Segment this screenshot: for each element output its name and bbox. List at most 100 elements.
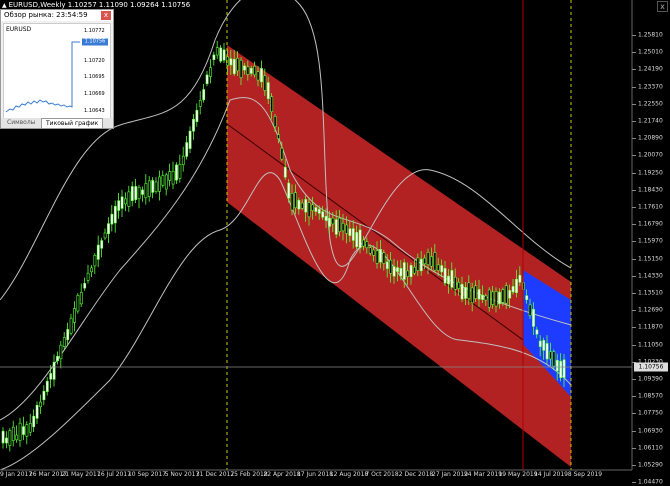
candle-body <box>52 362 56 380</box>
date-label: 12 Aug 2018 <box>329 471 369 478</box>
candle-body <box>559 360 563 378</box>
price-label: 1.23370 <box>638 83 663 91</box>
candle-body <box>90 267 93 273</box>
price-label: 1.14330 <box>638 272 663 280</box>
candle-body <box>164 174 168 190</box>
tab-symbols[interactable]: Символы <box>3 118 39 128</box>
candle-body <box>433 252 437 271</box>
candle-body <box>28 422 32 433</box>
date-label: 31 Dec 2017 <box>195 471 235 478</box>
candle-body <box>66 329 70 341</box>
price-tick <box>632 172 636 174</box>
date-label: 21 May 2017 <box>61 471 101 478</box>
candle-body <box>83 283 87 289</box>
candle-body <box>1 430 5 444</box>
tick-chart[interactable]: EURUSD 1.107721.107461.107201.106951.106… <box>3 23 111 120</box>
candle-body <box>202 89 206 101</box>
price-tick <box>632 413 636 415</box>
candle-body <box>375 250 379 264</box>
price-tick <box>632 465 636 466</box>
candle-body <box>416 257 420 271</box>
price-tick <box>632 224 636 226</box>
candle-body <box>355 232 359 248</box>
candle-body <box>467 282 471 299</box>
candle-body <box>498 291 501 305</box>
price-tick <box>632 258 636 260</box>
candle-body <box>117 200 121 211</box>
candle-body <box>481 294 484 300</box>
candle-body <box>358 229 362 249</box>
price-label: 1.24190 <box>638 65 663 73</box>
price-label: 1.18430 <box>638 186 663 194</box>
candle-body <box>100 240 104 249</box>
price-label: 1.25010 <box>638 48 663 56</box>
candle-body <box>324 215 328 221</box>
candle-body <box>528 304 532 316</box>
candle-body <box>280 147 284 160</box>
candle-body <box>419 258 423 272</box>
candle-body <box>212 54 216 60</box>
candle-body <box>49 373 53 380</box>
date-label: 22 Apr 2018 <box>263 471 301 478</box>
candle-body <box>491 291 495 305</box>
candle-body <box>406 270 410 277</box>
candle-body <box>79 292 83 305</box>
candle-body <box>256 71 260 81</box>
price-tick <box>632 396 636 398</box>
candle-body <box>151 180 155 193</box>
candle-body <box>134 186 138 200</box>
candle-body <box>345 224 348 234</box>
candle-body <box>464 287 467 299</box>
candle-body <box>161 175 165 186</box>
price-label: 1.15150 <box>638 255 663 263</box>
close-icon[interactable]: x <box>101 11 111 20</box>
candle-body <box>365 241 369 248</box>
candle-body <box>181 155 185 165</box>
price-tick <box>632 52 636 54</box>
tab-tick-chart[interactable]: Тиковый график <box>41 118 104 128</box>
date-label: 24 Mar 2019 <box>463 471 503 478</box>
candle-body <box>362 239 365 247</box>
candle-body <box>110 213 114 225</box>
market-watch-title[interactable]: Обзор рынка: 23:54:59 x <box>1 10 113 21</box>
candle-body <box>351 228 355 241</box>
candle-body <box>321 211 325 218</box>
market-watch-title-text: Обзор рынка: 23:54:59 <box>4 11 88 19</box>
tick-price-label: 1.10720 <box>84 58 105 64</box>
candle-body <box>385 261 389 269</box>
price-label: 1.25810 <box>638 31 663 39</box>
date-label: 9 Jan 2017 <box>0 471 33 478</box>
tick-price-label: 1.10643 <box>84 108 105 114</box>
candle-body <box>504 285 508 304</box>
candle-body <box>69 317 73 334</box>
price-label: 1.08570 <box>638 392 663 400</box>
candle-body <box>5 437 8 444</box>
candle-body <box>62 337 66 347</box>
chart-title: ▲ EURUSD,Weekly 1.10257 1.11090 1.09264 1… <box>2 1 190 9</box>
candle-body <box>484 295 488 301</box>
candle-body <box>192 118 195 132</box>
market-watch-window[interactable]: Обзор рынка: 23:54:59 x EURUSD 1.10772 1.… <box>0 9 114 129</box>
candle-body <box>487 289 491 308</box>
price-axis[interactable]: 1.25810 1.25010 1.24190 1.23370 1.22550 1.217… <box>632 0 670 486</box>
candle-body <box>402 262 406 280</box>
candle-body <box>341 223 345 232</box>
candle-body <box>311 204 314 212</box>
candle-body <box>198 100 202 107</box>
candle-body <box>232 58 236 75</box>
candle-body <box>368 247 372 254</box>
candle-body <box>457 282 461 289</box>
candle-body <box>107 223 110 235</box>
candle-body <box>188 130 192 149</box>
date-label: 17 Jun 2018 <box>296 471 334 478</box>
price-label: 1.22550 <box>638 100 663 108</box>
candle-body <box>508 290 512 299</box>
date-label: 7 Oct 2018 <box>365 471 399 478</box>
price-tick <box>632 430 636 432</box>
candle-body <box>460 283 464 300</box>
price-tick <box>632 86 636 88</box>
date-axis[interactable]: 9 Jan 2017 26 Mar 2017 21 May 2017 16 Jul 2… <box>0 470 632 480</box>
chart-title-text: EURUSD,Weekly 1.10257 1.11090 1.09264 1.… <box>8 1 191 9</box>
candle-body <box>399 268 403 277</box>
date-label: 27 Jan 2019 <box>432 471 468 478</box>
